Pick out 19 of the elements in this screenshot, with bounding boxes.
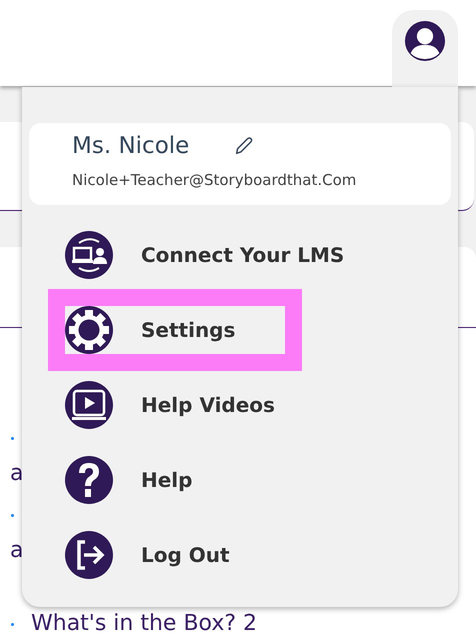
bullet-icon	[11, 514, 14, 517]
menu-item[interactable]: Log Out	[65, 531, 365, 579]
sync-user-icon	[65, 231, 113, 279]
video-screen-icon	[65, 381, 113, 429]
menu-item[interactable]: Help Videos	[65, 381, 365, 429]
logout-icon	[65, 531, 113, 579]
gear-icon	[65, 306, 113, 354]
help-icon	[65, 456, 113, 504]
bullet-icon	[11, 437, 14, 440]
list-link[interactable]: a	[10, 538, 24, 564]
list-link[interactable]: a	[10, 461, 24, 487]
menu-item[interactable]: Help	[65, 456, 365, 504]
user-name: Ms. Nicole	[72, 133, 190, 159]
bullet-icon	[11, 622, 14, 626]
menu-item[interactable]: Connect Your LMS	[65, 231, 365, 279]
user-avatar-icon	[404, 20, 446, 62]
list-link[interactable]: What's in the Box? 2	[31, 611, 258, 637]
edit-icon[interactable]	[233, 135, 256, 157]
user-email: Nicole+Teacher@Storyboardthat.Com	[72, 171, 358, 189]
